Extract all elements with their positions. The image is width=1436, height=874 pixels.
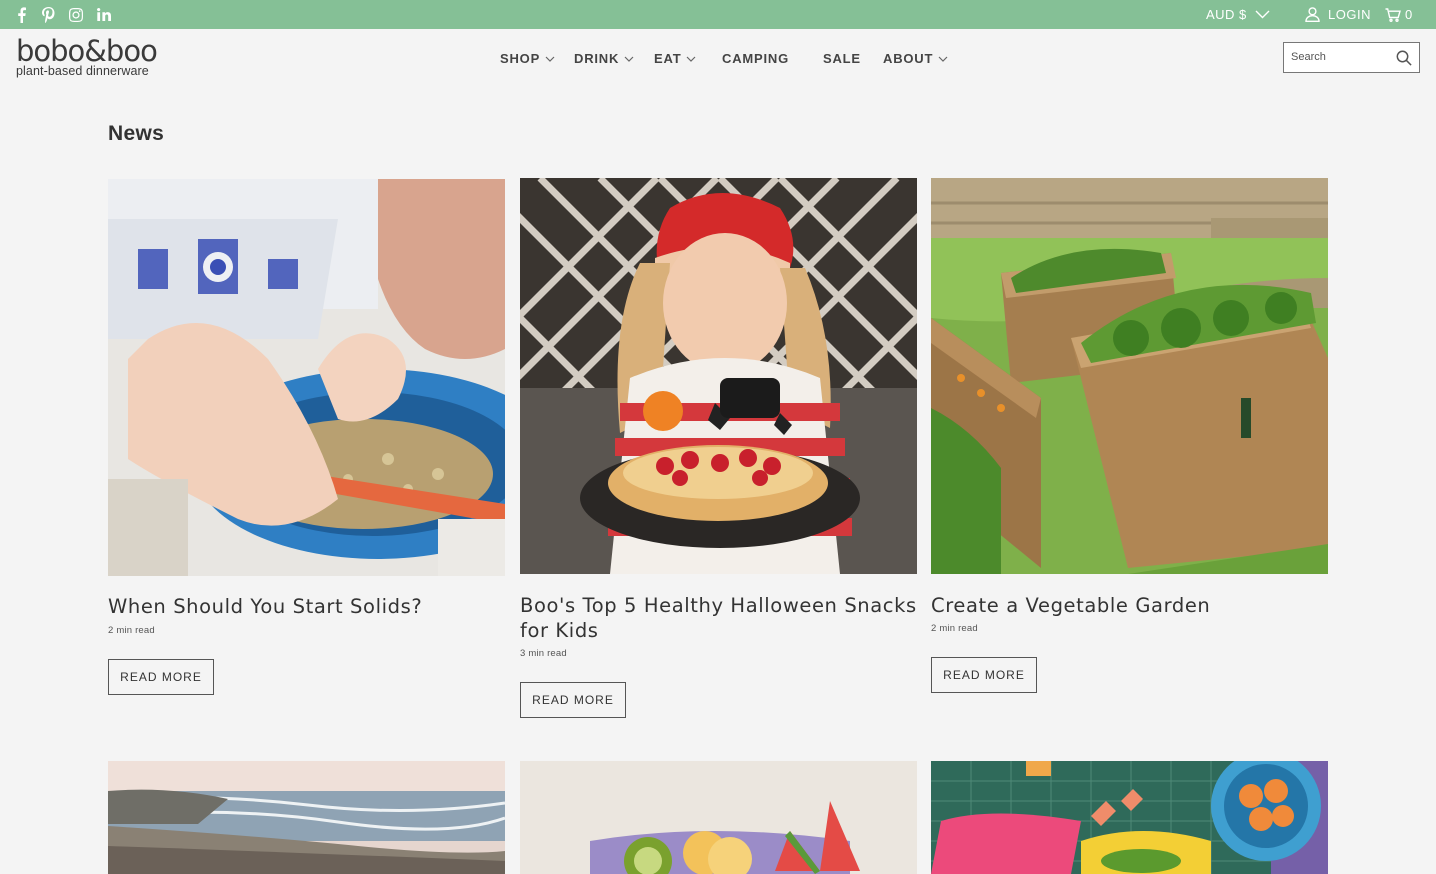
logo-brand: bobo&boo xyxy=(16,34,158,68)
article-image-solids[interactable] xyxy=(108,179,505,576)
article-image-dinnerware[interactable] xyxy=(931,761,1328,874)
pinterest-icon[interactable] xyxy=(40,0,56,29)
article-image-garden[interactable] xyxy=(931,178,1328,574)
instagram-icon[interactable] xyxy=(68,0,84,29)
article-title[interactable]: When Should You Start Solids? xyxy=(108,594,505,619)
nav-label: ABOUT xyxy=(883,51,934,66)
article-image-snacks[interactable] xyxy=(520,761,917,874)
nav-eat[interactable]: EAT xyxy=(654,51,696,66)
search-icon[interactable] xyxy=(1396,50,1412,66)
chevron-down-icon xyxy=(624,56,634,62)
cart-link[interactable]: 0 xyxy=(1385,0,1413,29)
chevron-down-icon xyxy=(938,56,948,62)
chevron-down-icon xyxy=(545,56,555,62)
nav-label: DRINK xyxy=(574,51,620,66)
nav-label: EAT xyxy=(654,51,682,66)
nav-camping[interactable]: CAMPING xyxy=(722,51,789,66)
login-label: LOGIN xyxy=(1328,7,1371,22)
site-logo[interactable]: bobo&boo plant-based dinnerware xyxy=(16,34,158,78)
nav-label: CAMPING xyxy=(722,51,789,66)
search-input[interactable] xyxy=(1291,51,1391,63)
article-image-beach[interactable] xyxy=(108,761,505,874)
article-read-time: 2 min read xyxy=(108,625,155,636)
currency-label: AUD $ xyxy=(1206,7,1247,22)
cart-count: 0 xyxy=(1405,7,1413,22)
read-more-button[interactable]: READ MORE xyxy=(108,659,214,695)
nav-about[interactable]: ABOUT xyxy=(883,51,948,66)
logo-tagline: plant-based dinnerware xyxy=(16,64,149,78)
article-title[interactable]: Create a Vegetable Garden xyxy=(931,593,1328,618)
nav-label: SALE xyxy=(823,51,861,66)
cart-icon xyxy=(1385,7,1401,22)
top-bar: AUD $ LOGIN 0 xyxy=(0,0,1436,29)
search-box xyxy=(1283,42,1420,73)
facebook-icon[interactable] xyxy=(13,0,29,29)
article-title[interactable]: Boo's Top 5 Healthy Halloween Snacks for… xyxy=(520,593,917,643)
read-more-button[interactable]: READ MORE xyxy=(520,682,626,718)
nav-drink[interactable]: DRINK xyxy=(574,51,634,66)
page-title: News xyxy=(108,122,165,145)
chevron-down-icon xyxy=(687,56,696,62)
nav-shop[interactable]: SHOP xyxy=(500,51,555,66)
chevron-down-icon xyxy=(1255,10,1270,19)
article-read-time: 3 min read xyxy=(520,648,567,659)
currency-selector[interactable]: AUD $ xyxy=(1206,0,1270,29)
read-more-button[interactable]: READ MORE xyxy=(931,657,1037,693)
nav-label: SHOP xyxy=(500,51,541,66)
article-read-time: 2 min read xyxy=(931,623,978,634)
linkedin-icon[interactable] xyxy=(96,0,112,29)
nav-sale[interactable]: SALE xyxy=(823,51,861,66)
user-icon xyxy=(1305,7,1320,22)
article-image-halloween[interactable] xyxy=(520,178,917,574)
login-link[interactable]: LOGIN xyxy=(1305,0,1371,29)
